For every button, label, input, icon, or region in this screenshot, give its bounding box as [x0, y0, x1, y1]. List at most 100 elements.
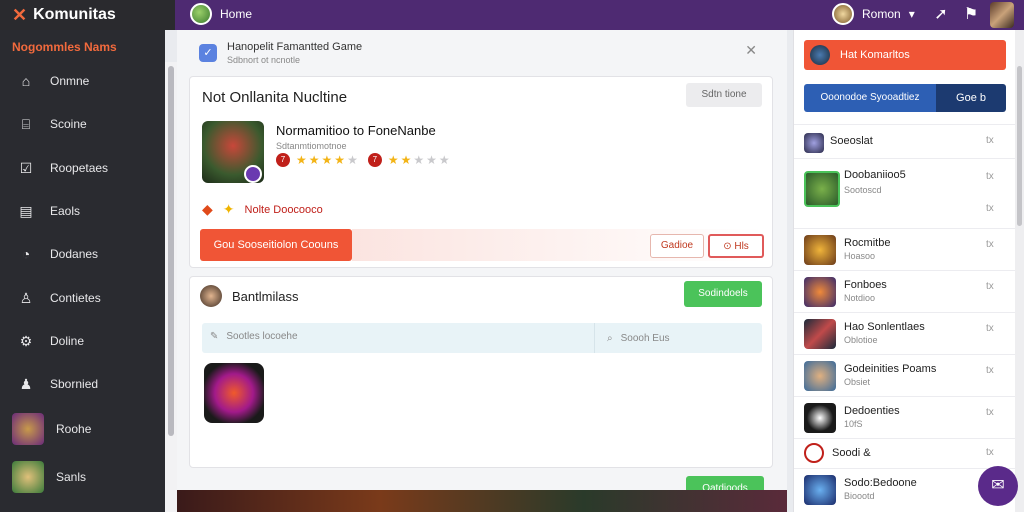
close-icon[interactable]: ✕	[745, 42, 757, 59]
sidebar-item-person[interactable]: ♙ Contietes	[0, 283, 165, 313]
close-icon[interactable]: tx	[986, 447, 994, 458]
scrollbar-thumb[interactable]	[1017, 66, 1022, 226]
star-icon: ★	[347, 153, 358, 167]
close-icon[interactable]: tx	[986, 365, 994, 376]
star-icon: ★	[334, 153, 346, 167]
list-item[interactable]: Dedoenties 10fS tx	[794, 396, 1016, 438]
item-name: Sodo:Bedoone	[844, 477, 917, 489]
list-item[interactable]: Doobaniioo5 Sootoscd tx tx	[794, 158, 1016, 228]
edit-icon: ✎	[210, 331, 219, 342]
warning-row: ◆ ✦ Nolte Doocooco	[202, 201, 323, 218]
list-item[interactable]: Fonboes Notdioo tx	[794, 270, 1016, 312]
badge-icon	[244, 165, 262, 183]
background-strip	[177, 490, 787, 512]
follow-button[interactable]: Sodindoels	[684, 281, 762, 307]
item-subtitle: Notdioo	[844, 293, 876, 303]
sidebar-item-chat[interactable]: ◔ Dodanes	[0, 239, 165, 269]
search-input[interactable]: Sootles locoehe	[226, 331, 297, 342]
sidebar-item-user-settings[interactable]: ♟ Sbornied	[0, 369, 165, 399]
sidebar-item-game-1[interactable]: Roohe	[0, 413, 165, 445]
sidebar-item-label: Eaols	[50, 204, 81, 218]
avatar	[832, 3, 854, 25]
right-notif-label: Hat Komarltos	[840, 49, 910, 61]
star-icon: ★	[438, 153, 450, 167]
user-menu[interactable]: Romon ▾	[832, 3, 915, 25]
avatar	[810, 45, 830, 65]
close-icon[interactable]: tx	[986, 203, 994, 214]
sidebar-item-label: Onmne	[50, 74, 90, 88]
globe-icon	[190, 3, 212, 25]
game-name[interactable]: Normamitioo to FoneNanbe	[276, 123, 436, 138]
item-name: Rocmitbe	[844, 237, 891, 249]
sidebar-item-home[interactable]: ⌂ Onmne	[0, 66, 165, 96]
button-label: Hls	[734, 241, 749, 252]
item-thumb	[804, 475, 836, 505]
item-subtitle: Bioootd	[844, 491, 875, 501]
list-item[interactable]: Soodi & tx	[794, 438, 1016, 468]
rating-badge: 7	[367, 153, 382, 167]
close-icon[interactable]: tx	[986, 239, 994, 250]
item-subtitle: Sootoscd	[844, 185, 882, 195]
item-subtitle: Obsiet	[844, 377, 871, 387]
close-icon[interactable]: tx	[986, 281, 994, 292]
scrollbar[interactable]	[165, 62, 177, 512]
scrollbar[interactable]	[1015, 30, 1024, 512]
notification-subtitle: Sdbnort ot ncnotle	[227, 55, 301, 65]
alert-icon: ✦	[222, 201, 235, 217]
secondary-button[interactable]: Sdtn tione	[686, 83, 762, 107]
sidebar-item-game-2[interactable]: Sanls	[0, 461, 165, 493]
sidebar-item-store[interactable]: ⌸ Scoine	[0, 109, 165, 139]
home-link[interactable]: Home	[190, 3, 252, 25]
close-icon[interactable]: tx	[986, 171, 994, 182]
sidebar-item-grid[interactable]: ▤ Eaols	[0, 196, 165, 226]
right-notification[interactable]: Hat Komarltos	[804, 40, 1006, 70]
chat-icon: ◔	[21, 246, 31, 262]
list-item[interactable]: Rocmitbe Hoasoo tx	[794, 228, 1016, 270]
sidebar-item-gear[interactable]: ⚙ Doline	[0, 326, 165, 356]
split-button-left[interactable]: Ooonodoe Syooadtiez	[804, 84, 936, 112]
close-icon[interactable]: tx	[986, 323, 994, 334]
search-bar[interactable]: ✎ Sootles locoehe ⌕ Soooh Eus	[202, 323, 762, 353]
item-name: Dedoenties	[844, 405, 900, 417]
outline-button[interactable]: Gadioe	[650, 234, 704, 258]
game-thumb	[12, 461, 44, 493]
user-label: Romon	[862, 7, 901, 21]
home-icon: ⌂	[21, 73, 31, 89]
sidebar-item-check[interactable]: ☑ Roopetaes	[0, 153, 165, 183]
brand[interactable]: ✕ Komunitas	[0, 0, 175, 30]
app-icon[interactable]	[204, 363, 264, 423]
gift-icon[interactable]: ⚑	[960, 4, 982, 26]
user-settings-icon: ♟	[19, 376, 33, 392]
list-item[interactable]: Godeinities Poams Obsiet tx	[794, 354, 1016, 396]
game-card: Not Onllanita Nucltine Sdtn tione Normam…	[189, 76, 773, 268]
verified-icon: ✓	[199, 44, 217, 62]
split-button-right[interactable]: Goe b	[936, 84, 1006, 112]
item-name: Fonboes	[844, 279, 887, 291]
sidebar-item-label: Contietes	[50, 291, 101, 305]
compose-fab-button[interactable]: ✉	[978, 466, 1018, 506]
close-icon[interactable]: tx	[986, 407, 994, 418]
item-name: Hao Sonlentlaes	[844, 321, 925, 333]
split-button: Ooonodoe Syooadtiez Goe b	[804, 84, 1006, 112]
list-item[interactable]: Hao Sonlentlaes Oblotioe tx	[794, 312, 1016, 354]
outline-button-active[interactable]: ⊙ Hls	[708, 234, 764, 258]
star-icon: ★	[387, 153, 399, 167]
search-right-label: Soooh Eus	[620, 332, 670, 344]
send-icon[interactable]: ➚	[930, 4, 952, 26]
item-thumb	[804, 403, 836, 433]
scrollbar-thumb[interactable]	[168, 66, 174, 436]
sidebar-item-label: Scoine	[50, 117, 87, 131]
sidebar-item-label: Sanls	[56, 470, 87, 484]
item-name: Doobaniioo5	[844, 169, 906, 181]
close-icon[interactable]: tx	[986, 135, 994, 146]
check-icon: ☑	[19, 160, 33, 176]
primary-cta-button[interactable]: Gou Sooseitiolon Coouns	[200, 229, 352, 261]
list-item[interactable]: Soeoslat tx	[794, 124, 1016, 158]
sidebar-item-label: Roohe	[56, 422, 92, 436]
item-thumb	[804, 443, 824, 463]
search-left[interactable]: ✎ Sootles locoehe	[210, 331, 298, 342]
warning-text: Nolte Doocooco	[244, 203, 323, 216]
search-right[interactable]: ⌕ Soooh Eus	[594, 323, 762, 353]
profile-avatar[interactable]	[990, 2, 1014, 28]
gear-icon: ⚙	[19, 333, 33, 349]
